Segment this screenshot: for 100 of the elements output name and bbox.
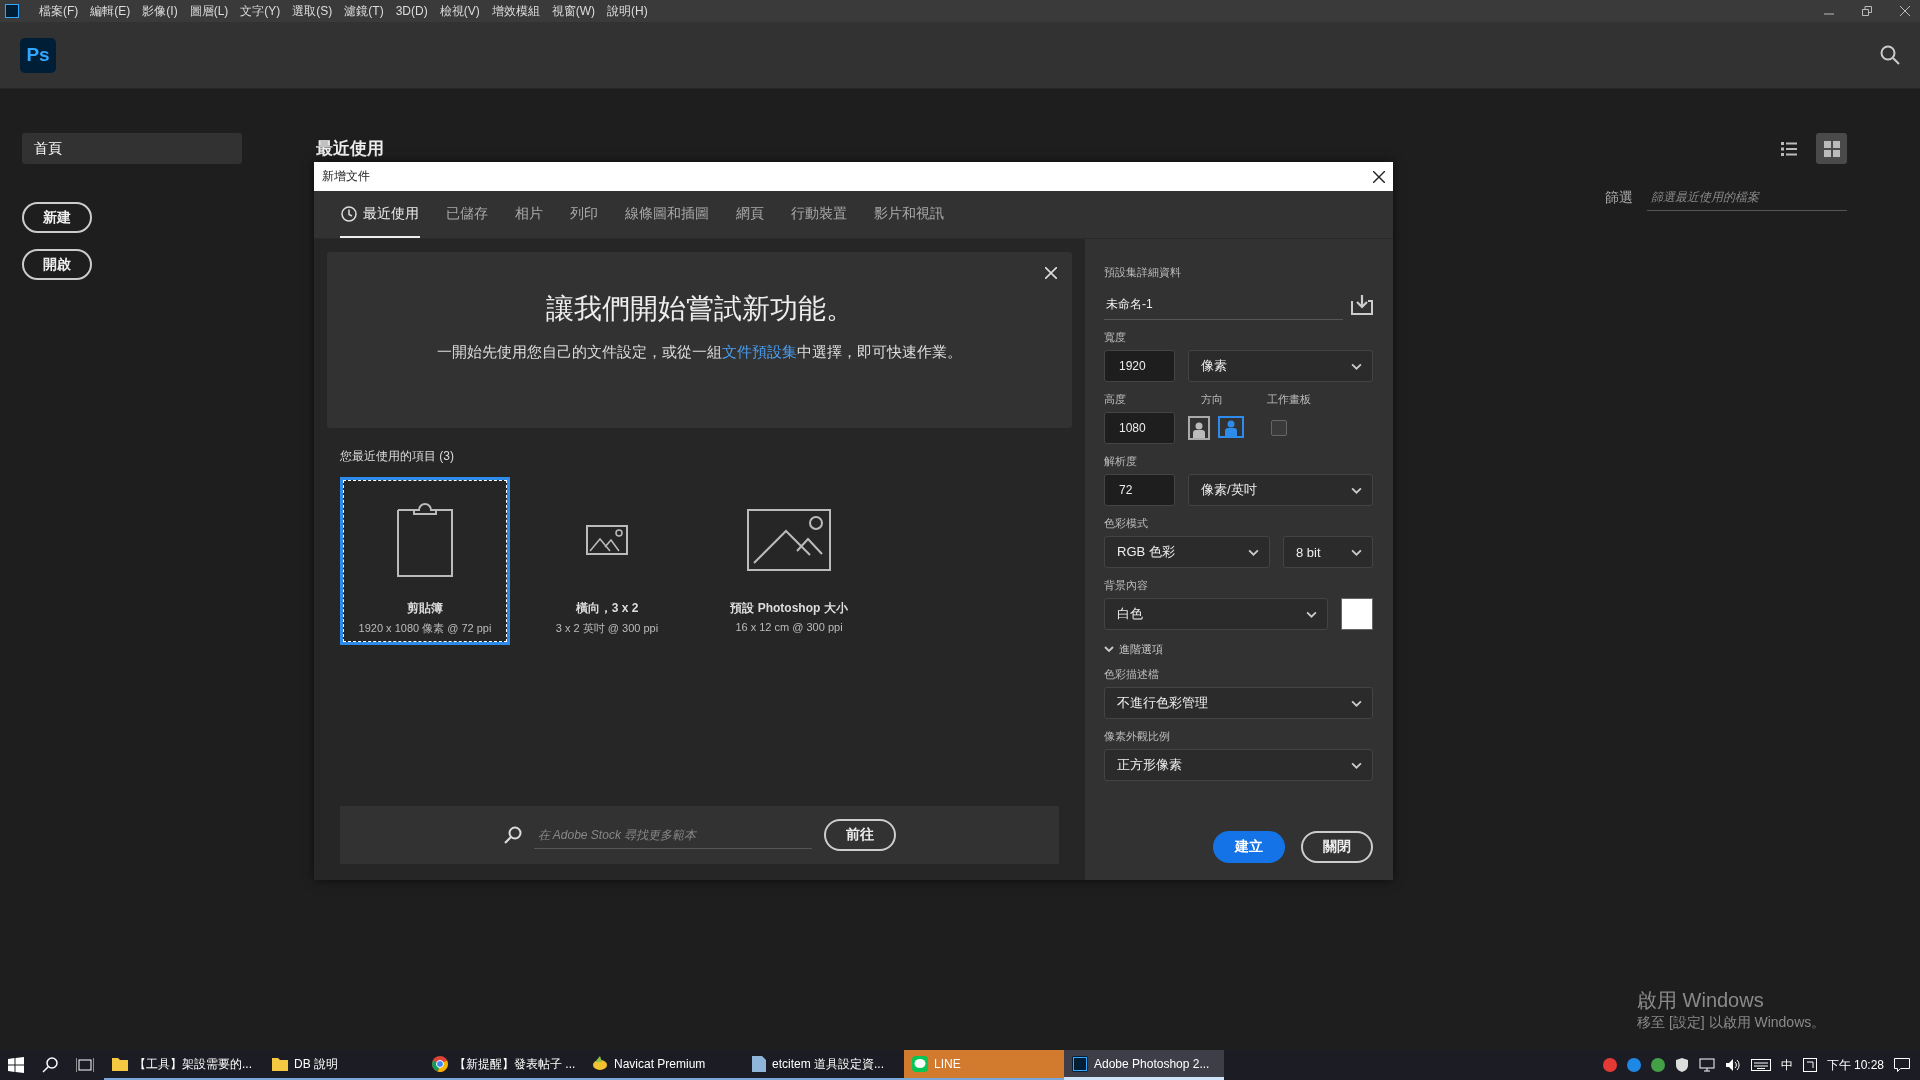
chevron-down-icon (1351, 699, 1362, 707)
menu-item[interactable]: 編輯(E) (84, 2, 137, 20)
chevron-down-icon (1248, 548, 1259, 556)
clock-icon (341, 205, 357, 222)
tab[interactable]: 列印 (569, 191, 599, 238)
menu-item[interactable]: 檔案(F) (33, 2, 85, 20)
pixel-aspect-dropdown[interactable]: 正方形像素 (1104, 749, 1373, 781)
folder-icon (112, 1057, 128, 1071)
close-icon[interactable] (1900, 6, 1910, 16)
tab[interactable]: 最近使用 (340, 191, 420, 238)
unit-dropdown[interactable]: 像素 (1188, 350, 1373, 382)
field-label: 像素外觀比例 (1104, 729, 1171, 744)
search-icon (503, 826, 522, 844)
chevron-down-icon (1306, 610, 1317, 618)
create-button[interactable]: 建立 (1213, 831, 1285, 863)
taskbar-app[interactable]: 【工具】架設需要的... (104, 1050, 264, 1080)
menu-item[interactable]: 圖層(L) (183, 2, 235, 20)
portrait-orientation-button[interactable] (1188, 416, 1210, 440)
volume-icon[interactable] (1724, 1058, 1741, 1072)
search-icon[interactable] (1880, 45, 1900, 65)
resolution-field[interactable]: 72 (1104, 474, 1175, 506)
menu-item[interactable]: 3D(D) (389, 4, 434, 18)
width-field[interactable]: 1920 (1104, 350, 1175, 382)
person-icon (1192, 422, 1206, 438)
color-swatch[interactable] (1341, 598, 1373, 630)
menu-item[interactable]: 濾鏡(T) (338, 2, 390, 20)
dialog-title: 新增文件 (322, 168, 370, 185)
menu-item[interactable]: 說明(H) (601, 2, 654, 20)
taskbar-app[interactable]: 【新提醒】發表帖子 ... (424, 1050, 584, 1080)
tab[interactable]: 影片和視訊 (873, 191, 945, 238)
task-view-icon[interactable] (76, 1057, 94, 1073)
grid-view-icon[interactable] (1816, 133, 1847, 164)
activation-title: 啟用 Windows (1637, 988, 1765, 1013)
field-label: 預設集詳細資料 (1104, 265, 1182, 280)
shield-icon[interactable] (1674, 1058, 1689, 1072)
landscape-orientation-button[interactable] (1218, 416, 1244, 438)
notification-icon[interactable] (1894, 1058, 1910, 1072)
document-size: 3 x 2 英吋 @ 300 ppi (555, 621, 659, 636)
resolution-unit-dropdown[interactable]: 像素/英吋 (1188, 474, 1373, 506)
tab[interactable]: 行動裝置 (790, 191, 848, 238)
clock[interactable]: 下午 10:28 (1826, 1056, 1884, 1074)
filter-field[interactable]: 篩選最近使用的檔案 (1647, 184, 1847, 211)
save-preset-icon[interactable] (1351, 294, 1373, 315)
document-size: 1920 x 1080 像素 @ 72 ppi (358, 621, 492, 636)
bit-depth-dropdown[interactable]: 8 bit (1283, 536, 1373, 568)
stock-search-field[interactable]: 在 Adobe Stock 尋找更多範本 (533, 821, 812, 849)
network-icon[interactable] (1698, 1058, 1715, 1072)
input-method-indicator[interactable]: 中 (1780, 1056, 1793, 1074)
go-button[interactable]: 前往 (823, 819, 896, 851)
taskbar-app[interactable]: Navicat Premium (584, 1050, 744, 1080)
document-name-field[interactable]: 未命名-1 (1104, 289, 1343, 320)
start-icon[interactable] (8, 1057, 24, 1073)
tab[interactable]: 網頁 (735, 191, 765, 238)
filter-label: 篩選 (1605, 188, 1633, 207)
field-label: 方向 (1201, 392, 1224, 407)
color-profile-dropdown[interactable]: 不進行色彩管理 (1104, 687, 1373, 719)
chevron-down-icon (1104, 646, 1114, 653)
ime-mode-icon[interactable] (1802, 1058, 1817, 1072)
folder-icon (272, 1057, 288, 1071)
person-icon (1224, 420, 1238, 436)
document-icon (752, 1056, 766, 1072)
field-label: 色彩描述檔 (1104, 667, 1160, 682)
tab[interactable]: 相片 (514, 191, 544, 238)
field-label: 工作畫板 (1267, 392, 1311, 407)
sidebar-item[interactable]: 首頁 (22, 133, 242, 164)
menu-item[interactable]: 視窗(W) (545, 2, 601, 20)
menu-item[interactable]: 文字(Y) (234, 2, 287, 20)
menu-item[interactable]: 檢視(V) (433, 2, 486, 20)
artboard-checkbox[interactable] (1271, 420, 1287, 436)
sidebar-button[interactable]: 新建 (22, 202, 92, 233)
background-dropdown[interactable]: 白色 (1104, 598, 1328, 630)
menu-item[interactable]: 增效模組 (485, 2, 546, 20)
recent-document[interactable]: 橫向，3 x 2 3 x 2 英吋 @ 300 ppi (522, 477, 692, 645)
recent-document[interactable]: 剪貼簿 1920 x 1080 像素 @ 72 ppi (340, 477, 510, 645)
banner-text: 一開始先使用您自己的文件設定，或從一組文件預設集中選擇，即可快速作業。 (436, 342, 963, 362)
sidebar-button[interactable]: 開啟 (22, 249, 92, 280)
tab[interactable]: 已儲存 (445, 191, 489, 238)
restore-icon[interactable] (1862, 6, 1872, 16)
taskbar-app[interactable]: etcitem 道具設定資... (744, 1050, 904, 1080)
image-icon (586, 525, 628, 555)
presets-link[interactable]: 文件預設集 (722, 343, 797, 360)
field-label: 色彩模式 (1104, 516, 1149, 531)
field-label: 背景內容 (1104, 578, 1149, 593)
menu-item[interactable]: 影像(I) (136, 2, 184, 20)
advanced-options-toggle[interactable]: 進階選項 (1104, 642, 1373, 657)
menu-item[interactable]: 選取(S) (286, 2, 339, 20)
height-field[interactable]: 1080 (1104, 412, 1175, 444)
recent-items-title: 您最近使用的項目 (3) (340, 448, 455, 465)
close-icon[interactable] (1373, 170, 1385, 183)
keyboard-icon[interactable] (1750, 1059, 1771, 1071)
chevron-down-icon (1351, 362, 1362, 370)
color-mode-dropdown[interactable]: RGB 色彩 (1104, 536, 1270, 568)
taskbar-app[interactable]: Adobe Photoshop 2... (1064, 1050, 1224, 1080)
image-icon (747, 509, 831, 571)
close-button[interactable]: 關閉 (1301, 831, 1373, 863)
search-icon[interactable] (42, 1057, 58, 1073)
tab[interactable]: 線條圖和插圖 (624, 191, 710, 238)
recent-document[interactable]: 預設 Photoshop 大小 16 x 12 cm @ 300 ppi (704, 477, 874, 645)
section-title: 最近使用 (316, 138, 384, 160)
taskbar-app[interactable]: DB 說明 (264, 1050, 424, 1080)
